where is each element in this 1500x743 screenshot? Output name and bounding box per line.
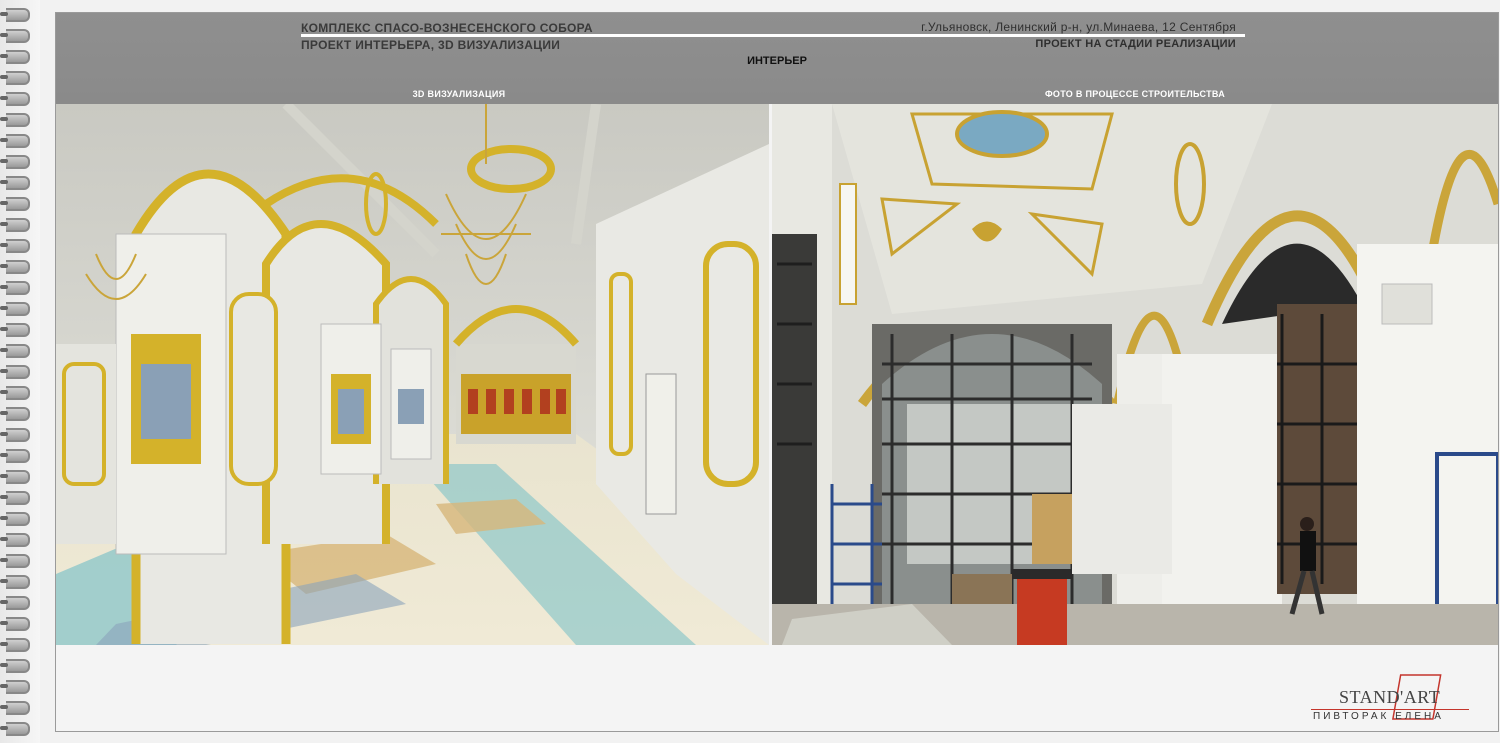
header-band: КОМПЛЕКС СПАСО-ВОЗНЕСЕНСКОГО СОБОРА ПРОЕ… [56,13,1498,104]
binding-ring-icon [0,554,30,568]
binding-ring-icon [0,386,30,400]
project-address: г.Ульяновск, Ленинский р-н, ул.Минаева, … [921,20,1236,34]
binding-ring-icon [0,722,30,736]
binding-ring-icon [0,512,30,526]
binding-ring-icon [0,491,30,505]
binding-ring-icon [0,29,30,43]
binding-ring-icon [0,575,30,589]
logo-divider [1311,709,1469,710]
company-logo: STAND'ART ПИВТОРАК ЕЛЕНА [1311,673,1471,728]
spiral-binding [0,0,40,743]
binding-ring-icon [0,281,30,295]
photo-label: ФОТО В ПРОЦЕССЕ СТРОИТЕЛЬСТВА [1044,89,1226,99]
binding-ring-icon [0,428,30,442]
section-title: ИНТЕРЬЕР [747,55,807,67]
binding-ring-icon [0,617,30,631]
binding-ring-icon [0,407,30,421]
render-label: 3D ВИЗУАЛИЗАЦИЯ [412,89,506,99]
binding-ring-icon [0,302,30,316]
binding-ring-icon [0,323,30,337]
binding-ring-icon [0,218,30,232]
project-title: КОМПЛЕКС СПАСО-ВОЗНЕСЕНСКОГО СОБОРА [301,21,593,35]
presentation-sheet: КОМПЛЕКС СПАСО-ВОЗНЕСЕНСКОГО СОБОРА ПРОЕ… [55,12,1499,732]
binding-ring-icon [0,533,30,547]
binding-ring-icon [0,8,30,22]
binding-ring-icon [0,197,30,211]
binding-ring-icon [0,449,30,463]
render-image [56,104,769,645]
header-divider [301,34,1245,37]
binding-ring-icon [0,71,30,85]
binding-ring-icon [0,680,30,694]
binding-ring-icon [0,92,30,106]
binding-ring-icon [0,365,30,379]
binding-ring-icon [0,659,30,673]
footer-band [56,645,1498,731]
binding-ring-icon [0,260,30,274]
logo-designer-name: ПИВТОРАК ЕЛЕНА [1313,711,1444,722]
project-status: ПРОЕКТ НА СТАДИИ РЕАЛИЗАЦИИ [1035,38,1236,50]
binding-ring-icon [0,638,30,652]
binding-ring-icon [0,701,30,715]
binding-ring-icon [0,596,30,610]
construction-photo [772,104,1498,645]
binding-ring-icon [0,113,30,127]
binding-ring-icon [0,470,30,484]
binding-ring-icon [0,155,30,169]
binding-ring-icon [0,239,30,253]
binding-ring-icon [0,344,30,358]
logo-brand: STAND'ART [1339,687,1441,707]
binding-ring-icon [0,134,30,148]
binding-ring-icon [0,176,30,190]
project-subtitle: ПРОЕКТ ИНТЕРЬЕРА, 3D ВИЗУАЛИЗАЦИИ [301,38,561,52]
binding-ring-icon [0,50,30,64]
